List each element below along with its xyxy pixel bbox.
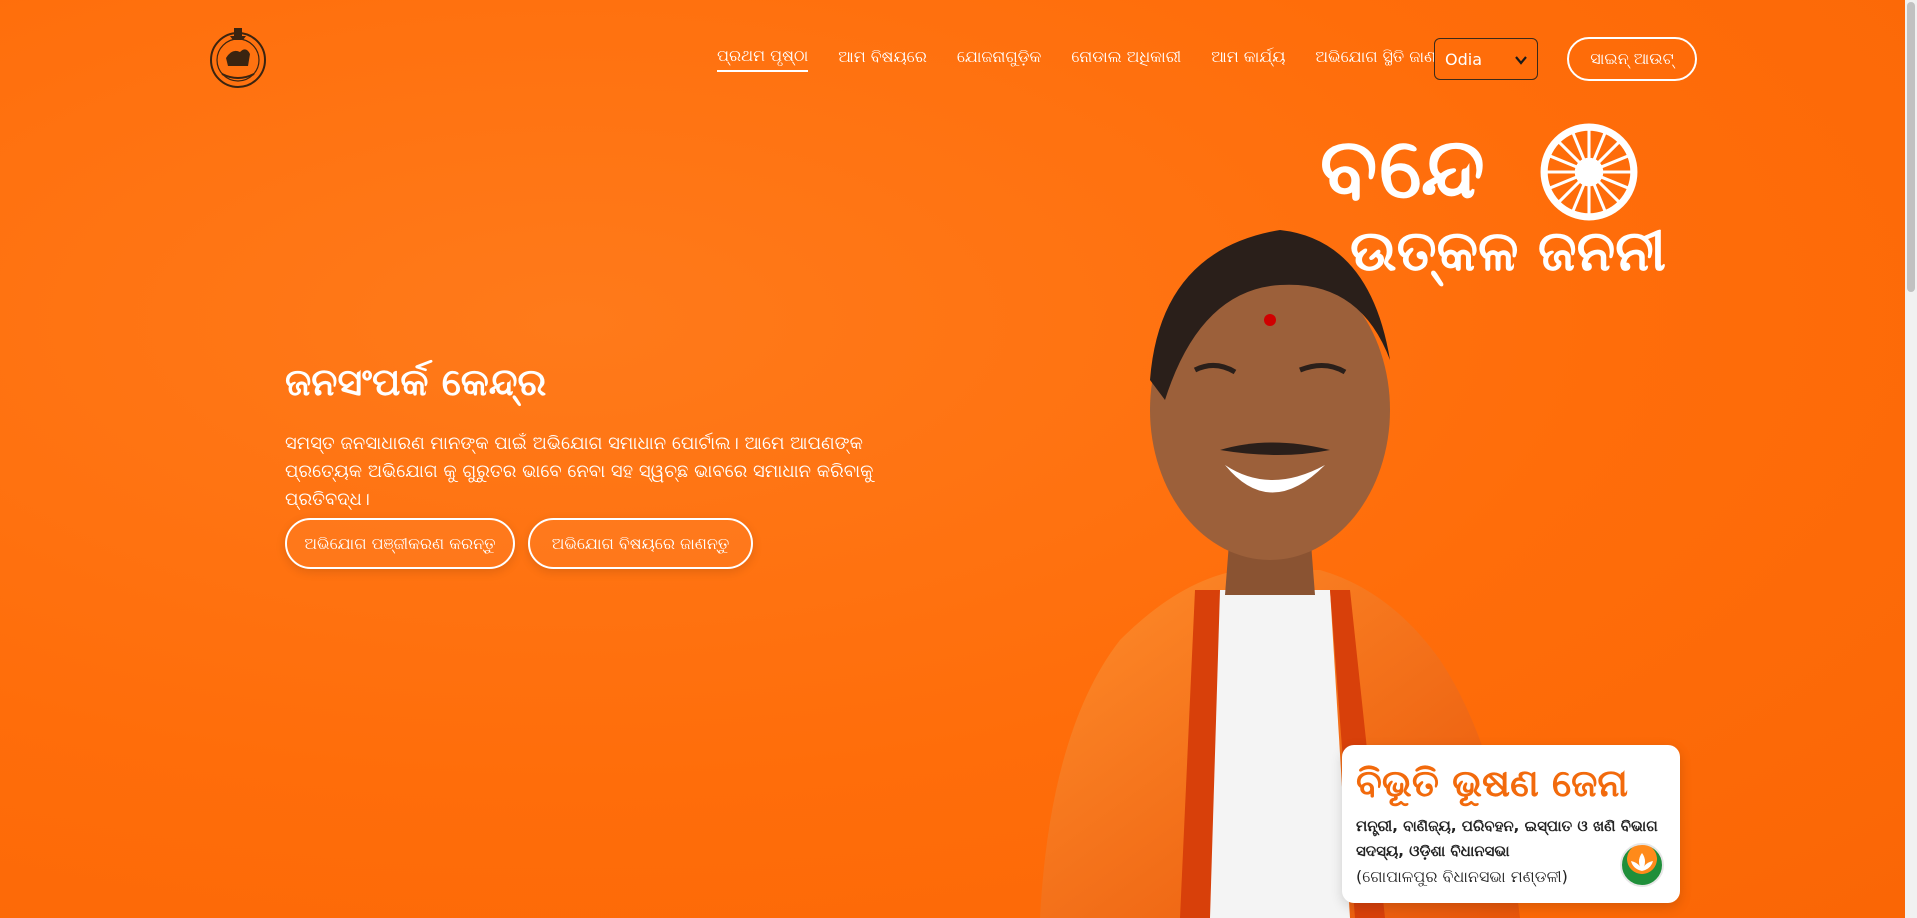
minister-name: ବିଭୂତି ଭୂଷଣ ଜେନା [1356, 761, 1628, 805]
hero-description: ସମସ୍ତ ଜନସାଧାରଣ ମାନଙ୍କ ପାଇଁ ଅଭିଯୋଗ ସମାଧାନ… [285, 433, 874, 510]
nav-schemes[interactable]: ଯୋଜନାଗୁଡ଼ିକ [957, 47, 1041, 71]
nav-home[interactable]: ପ୍ରଥମ ପୃଷ୍ଠା [717, 46, 809, 72]
about-complaint-button[interactable]: ଅଭିଯୋଗ ବିଷୟରେ ଜାଣନ୍ତୁ [528, 518, 753, 569]
minister-role: ମନ୍ତ୍ରୀ, ବାଣିଜ୍ୟ, ପରିବହନ, ଇସ୍ପାତ ଓ ଖଣି ବ… [1356, 817, 1658, 835]
chakra-icon [1540, 123, 1638, 221]
lotus-party-icon [1620, 843, 1664, 887]
language-select[interactable]: Odia [1434, 38, 1538, 80]
sign-out-button[interactable]: ସାଇନ୍ ଆଉଟ୍ [1567, 37, 1697, 81]
minister-name-card: ବିଭୂତି ଭୂଷଣ ଜେନା ମନ୍ତ୍ରୀ, ବାଣିଜ୍ୟ, ପରିବହ… [1342, 745, 1680, 903]
page-scrollbar[interactable] [1905, 0, 1917, 918]
hero-title: ଜନସଂପର୍କ କେନ୍ଦ୍ର [285, 360, 547, 404]
chevron-down-icon [1515, 50, 1527, 69]
minister-constituency: (ଗୋପାଳପୁର ବିଧାନସଭା ମଣ୍ଡଳୀ) [1356, 867, 1568, 886]
main-nav: ପ୍ରଥମ ପୃଷ୍ଠା ଆମ ବିଷୟରେ ଯୋଜନାଗୁଡ଼ିକ ନୋଡାଲ… [717, 46, 1459, 72]
language-select-value: Odia [1445, 49, 1482, 69]
minister-member: ସଦସ୍ୟ, ଓଡ଼ିଶା ବିଧାନସଭା [1356, 842, 1510, 860]
odisha-emblem-logo[interactable] [208, 24, 268, 92]
slogan-line1: ବନ୍ଦେ [1320, 119, 1487, 217]
scrollbar-thumb[interactable] [1907, 2, 1915, 292]
nav-nodal-officer[interactable]: ନୋଡାଲ ଅଧିକାରୀ [1071, 47, 1181, 71]
nav-our-work[interactable]: ଆମ କାର୍ଯ୍ୟ [1211, 47, 1285, 71]
nav-about-us[interactable]: ଆମ ବିଷୟରେ [838, 47, 927, 71]
page: ପ୍ରଥମ ପୃଷ୍ଠା ଆମ ବିଷୟରେ ଯୋଜନାଗୁଡ଼ିକ ନୋଡାଲ… [0, 0, 1905, 918]
register-complaint-button[interactable]: ଅଭିଯୋଗ ପଞ୍ଜୀକରଣ କରନ୍ତୁ [285, 518, 515, 569]
